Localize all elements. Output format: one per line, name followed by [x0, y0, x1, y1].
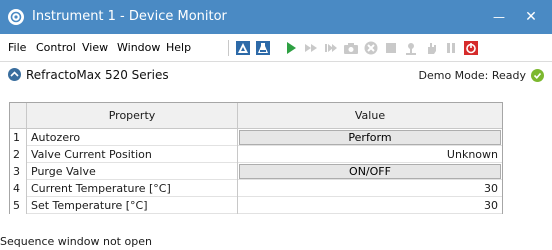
flask-icon	[256, 41, 270, 55]
menu-window[interactable]: Window	[117, 41, 160, 54]
table-row[interactable]: 4 Current Temperature [°C] 30	[10, 180, 502, 197]
property-grid: Property Value 1 Autozero Perform 2 Valv…	[9, 102, 503, 214]
menu-help[interactable]: Help	[166, 41, 191, 54]
grid-header: Property Value	[10, 103, 502, 129]
valve-icon	[406, 43, 416, 55]
method-icon	[236, 41, 250, 55]
menu-view[interactable]: View	[82, 41, 108, 54]
row-number: 4	[10, 180, 27, 197]
title-bar: Instrument 1 - Device Monitor — ✕	[0, 0, 552, 34]
table-row[interactable]: 1 Autozero Perform	[10, 129, 502, 146]
property-name: Current Temperature [°C]	[27, 180, 238, 197]
grid-corner	[10, 103, 27, 129]
app-logo-icon	[8, 9, 24, 25]
close-button[interactable]: ✕	[516, 0, 546, 34]
collapse-icon[interactable]	[8, 68, 21, 81]
menu-file[interactable]: File	[8, 41, 26, 54]
pause-icon	[447, 43, 455, 53]
minimize-icon: —	[493, 10, 505, 24]
property-name: Purge Valve	[27, 163, 238, 180]
property-name: Set Temperature [°C]	[27, 197, 238, 214]
property-value: 30	[484, 182, 498, 195]
device-status-text: Demo Mode: Ready	[418, 69, 526, 82]
skip-button[interactable]	[322, 39, 340, 57]
row-number: 3	[10, 163, 27, 180]
row-number: 1	[10, 129, 27, 146]
method-button[interactable]	[234, 39, 252, 57]
ready-check-icon	[531, 69, 544, 82]
snapshot-button[interactable]	[342, 39, 360, 57]
fast-forward-button[interactable]	[302, 39, 320, 57]
minimize-button[interactable]: —	[484, 0, 514, 34]
device-name: RefractoMax 520 Series	[26, 68, 169, 82]
table-row[interactable]: 5 Set Temperature [°C] 30	[10, 197, 502, 214]
autozero-perform-button[interactable]: Perform	[239, 130, 501, 145]
column-header-value[interactable]: Value	[238, 103, 502, 129]
power-icon	[464, 41, 478, 55]
row-number: 5	[10, 197, 27, 214]
status-text: Sequence window not open	[0, 235, 152, 248]
close-icon: ✕	[525, 9, 537, 25]
abort-icon	[364, 41, 378, 55]
menu-control[interactable]: Control	[36, 41, 76, 54]
property-name: Autozero	[27, 129, 238, 146]
property-name: Valve Current Position	[27, 146, 238, 163]
purge-valve-toggle-button[interactable]: ON/OFF	[239, 164, 501, 179]
menu-bar: File Control View Window Help	[0, 34, 552, 62]
sample-button[interactable]	[254, 39, 272, 57]
pause-button[interactable]	[442, 39, 460, 57]
skip-icon	[325, 44, 337, 52]
toolbar-separator	[228, 40, 229, 56]
status-bar: Sequence window not open	[0, 232, 552, 250]
power-button[interactable]	[462, 39, 480, 57]
window-title: Instrument 1 - Device Monitor	[32, 9, 227, 24]
column-header-property[interactable]: Property	[27, 103, 238, 129]
run-button[interactable]	[282, 39, 300, 57]
run-icon	[287, 42, 296, 54]
camera-icon	[344, 43, 358, 54]
property-value: Unknown	[446, 148, 498, 161]
stop-button[interactable]	[382, 39, 400, 57]
manual-button[interactable]	[422, 39, 440, 57]
fast-forward-icon	[305, 44, 317, 52]
set-temperature-value[interactable]: 30	[238, 197, 502, 214]
table-row[interactable]: 3 Purge Valve ON/OFF	[10, 163, 502, 180]
table-row[interactable]: 2 Valve Current Position Unknown	[10, 146, 502, 163]
device-header: RefractoMax 520 Series Demo Mode: Ready	[0, 62, 552, 88]
abort-button[interactable]	[362, 39, 380, 57]
stop-icon	[386, 43, 396, 53]
hand-icon	[428, 43, 436, 54]
row-number: 2	[10, 146, 27, 163]
valve-button[interactable]	[402, 39, 420, 57]
